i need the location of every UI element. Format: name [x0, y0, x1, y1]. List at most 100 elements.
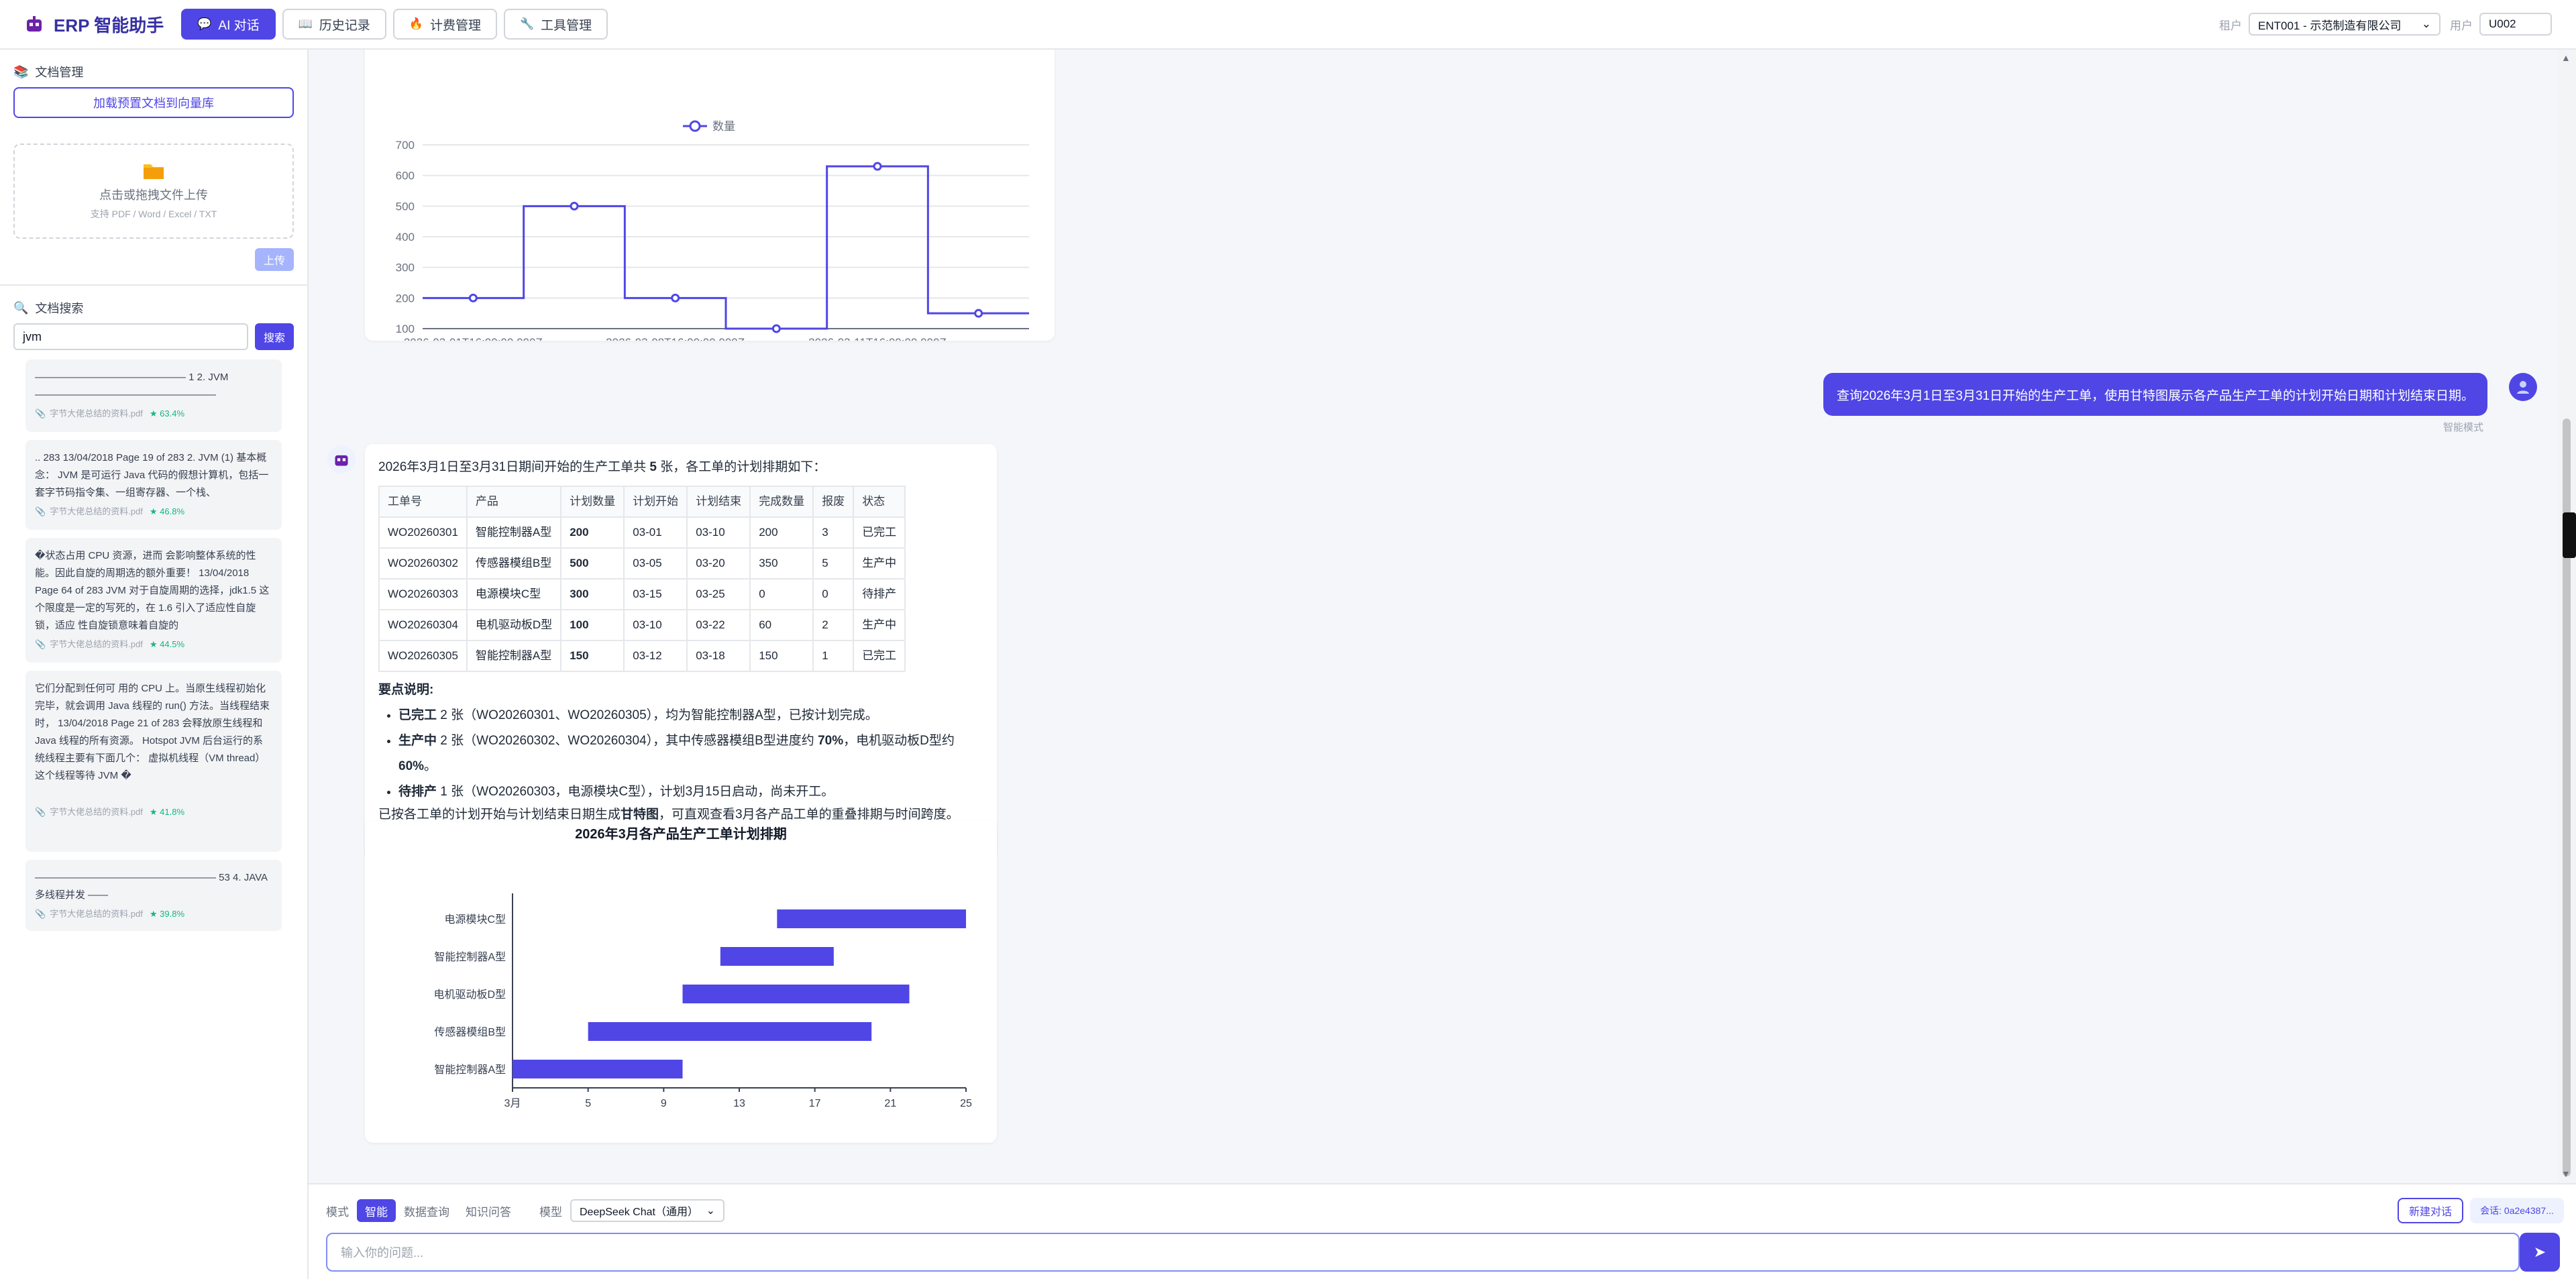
tenant-select[interactable]: ENT001 - 示范制造有限公司 ⌄: [2249, 13, 2440, 36]
x-tick-label: 17: [809, 1098, 821, 1109]
doc-search-button[interactable]: 搜索: [255, 323, 294, 350]
x-tick-label: 3月: [504, 1098, 521, 1109]
data-point: [974, 309, 983, 318]
score-badge: ★ 39.8%: [149, 909, 185, 919]
search-result-item[interactable]: ——————————————— 1 2. JVM ———————————————…: [25, 359, 282, 432]
data-point: [570, 201, 579, 211]
y-tick-label: 600: [396, 170, 415, 182]
nav-ai-chat[interactable]: 💬 AI 对话: [181, 9, 276, 40]
message-mode-note: 智能模式: [2443, 422, 2483, 433]
data-point: [873, 162, 882, 171]
model-label: 模型: [539, 1205, 562, 1219]
scroll-down-arrow-icon[interactable]: ▼: [2561, 1168, 2571, 1179]
scroll-up-arrow-icon[interactable]: ▲: [2561, 52, 2571, 63]
search-result-item[interactable]: 它们分配到任何可 用的 CPU 上。当原生线程初始化完毕，就会调用 Java 线…: [25, 671, 282, 852]
y-tick-label: 500: [396, 200, 415, 213]
book-icon: 📖: [298, 17, 313, 30]
file-dropzone[interactable]: 点击或拖拽文件上传 支持 PDF / Word / Excel / TXT: [13, 144, 294, 239]
table-row: WO20260302 传感器模组B型 500 03-05 03-20 350 5 生产中: [378, 547, 906, 579]
chat-scrollbar[interactable]: ▲ ▼: [2557, 50, 2576, 1183]
paperclip-icon: 📎: [35, 807, 46, 817]
model-select[interactable]: DeepSeek Chat（通用） ⌄: [570, 1199, 724, 1222]
nav-tools[interactable]: 🔧 工具管理: [504, 9, 608, 40]
doc-search-input[interactable]: jvm: [13, 323, 248, 350]
send-arrow-icon: ➤: [2533, 1243, 2546, 1260]
x-tick-label: 21: [884, 1098, 896, 1109]
top-bar: ERP 智能助手 💬 AI 对话 📖 历史记录 🔥 计费管理 🔧 工具管理 租户 ENT…: [0, 0, 2576, 50]
paperclip-icon: 📎: [35, 408, 46, 419]
legend-label: 数量: [712, 120, 735, 133]
user-label: 用户: [2450, 19, 2473, 32]
x-tick-label: 13: [733, 1098, 745, 1109]
score-badge: ★ 46.8%: [149, 506, 185, 516]
x-tick-label: 2026-03-11T16:00:00.000Z: [808, 336, 947, 341]
table-row: WO20260303 电源模块C型 300 03-15 03-25 0 0 待排产: [378, 578, 906, 610]
bot-avatar: [327, 445, 356, 474]
question-input[interactable]: 输入你的问题...: [326, 1233, 2520, 1272]
score-badge: ★ 63.4%: [149, 408, 185, 419]
upload-button[interactable]: 上传: [255, 248, 294, 271]
score-badge: ★ 41.8%: [149, 807, 185, 817]
magnifier-icon: 🔍: [13, 300, 29, 315]
send-button[interactable]: ➤: [2520, 1233, 2560, 1272]
line-chart: 100 200 300 400 500 600 700 2026-03-01T16:00:00…: [396, 120, 1029, 349]
data-point: [671, 293, 680, 302]
dropzone-title: 点击或拖拽文件上传: [99, 188, 208, 202]
tenant-label: 租户: [2219, 19, 2242, 32]
nav-billing[interactable]: 🔥 计费管理: [392, 9, 497, 40]
answer-intro: 2026年3月1日至3月31日期间开始的生产工单共 5 张，各工单的计划排期如下…: [378, 460, 826, 474]
table-row: WO20260301 智能控制器A型 200 03-01 03-10 200 3 已完工: [378, 516, 906, 549]
y-tick-label: 700: [396, 139, 415, 152]
search-result-item[interactable]: �状态占用 CPU 资源，进而 会影响整体系统的性能。因此自旋的周期选的额外重要…: [25, 538, 282, 663]
chat-area: 100 200 300 400 500 600 700 2026-03-01T16:00:00…: [309, 50, 2557, 1183]
y-category-label: 电源模块C型: [444, 913, 506, 926]
y-category-label: 智能控制器A型: [434, 1064, 506, 1076]
key-points-title: 要点说明:: [378, 683, 434, 697]
mode-smart[interactable]: 智能: [357, 1199, 396, 1222]
data-point: [468, 293, 478, 302]
gantt-bar: [588, 1022, 872, 1041]
mode-data-query[interactable]: 数据查询: [396, 1199, 458, 1222]
user-message-bubble: 查询2026年3月1日至3月31日开始的生产工单，使用甘特图展示各产品生产工单的…: [1823, 373, 2487, 416]
work-order-table: 工单号 产品 计划数量 计划开始 计划结束 完成数量 报废 状态 WO20260301 智能控制…: [378, 486, 906, 672]
y-tick-label: 400: [396, 231, 415, 243]
y-tick-label: 300: [396, 262, 415, 274]
gantt-bar: [682, 985, 910, 1003]
user-avatar: [2509, 373, 2537, 401]
list-item: 生产中 2 张（WO20260302、WO20260304），其中传感器模组B型…: [398, 728, 983, 779]
x-tick-label: 2026-03-08T16:00:00.000Z: [606, 336, 745, 341]
table-row: WO20260304 电机驱动板D型 100 03-10 03-22 60 2 生产中: [378, 609, 906, 641]
list-item: 已完工 2 张（WO20260301、WO20260305），均为智能控制器A型…: [398, 703, 983, 728]
gantt-chart-card: 2026年3月各产品生产工单计划排期 电源模块C型 智能控制器A型 电机驱动板D型 传感…: [365, 821, 997, 1143]
gantt-bar: [777, 909, 966, 928]
scroll-handle-marker[interactable]: [2563, 512, 2576, 558]
new-chat-button[interactable]: 新建对话: [2398, 1198, 2463, 1223]
session-badge: 会话: 0a2e4387...: [2470, 1198, 2564, 1223]
y-tick-label: 100: [396, 323, 415, 335]
gantt-chart: 2026年3月各产品生产工单计划排期电源模块C型智能控制器A型电机驱动板D型传感…: [433, 826, 972, 1109]
x-tick-label: 2026-03-01T16:00:00.000Z: [404, 336, 543, 341]
x-tick-label: 5: [585, 1098, 591, 1109]
chevron-down-icon: ⌄: [706, 1205, 715, 1217]
search-result-item[interactable]: .. 283 13/04/2018 Page 19 of 283 2. JVM …: [25, 440, 282, 530]
fire-icon: 🔥: [409, 17, 423, 30]
robot-icon: [335, 455, 348, 466]
table-header-row: 工单号 产品 计划数量 计划开始 计划结束 完成数量 报废 状态: [378, 486, 906, 518]
docs-section-title: 📚 文档管理: [13, 64, 84, 80]
paperclip-icon: 📎: [35, 639, 46, 649]
search-result-item[interactable]: —————————————————— 53 4. JAVA 多线程并发 —— 📎…: [25, 860, 282, 931]
input-bar: 模式 智能 数据查询 知识问答 模型 DeepSeek Chat（通用） ⌄ 新建…: [309, 1183, 2576, 1279]
y-category-label: 传感器模组B型: [434, 1026, 506, 1038]
user-input[interactable]: U002: [2479, 13, 2552, 36]
paperclip-icon: 📎: [35, 506, 46, 516]
dropzone-hint: 支持 PDF / Word / Excel / TXT: [90, 209, 217, 219]
mode-label: 模式: [326, 1205, 349, 1219]
mode-knowledge-qa[interactable]: 知识问答: [458, 1199, 519, 1222]
assistant-answer: 2026年3月1日至3月31日期间开始的生产工单共 5 张，各工单的计划排期如下…: [365, 444, 997, 860]
gantt-bar: [513, 1060, 683, 1078]
y-tick-label: 200: [396, 292, 415, 304]
load-preset-docs-button[interactable]: 加载预置文档到向量库: [13, 87, 294, 118]
chevron-down-icon: ⌄: [2421, 17, 2431, 30]
y-category-label: 电机驱动板D型: [433, 989, 506, 1001]
nav-history[interactable]: 📖 历史记录: [282, 9, 386, 40]
